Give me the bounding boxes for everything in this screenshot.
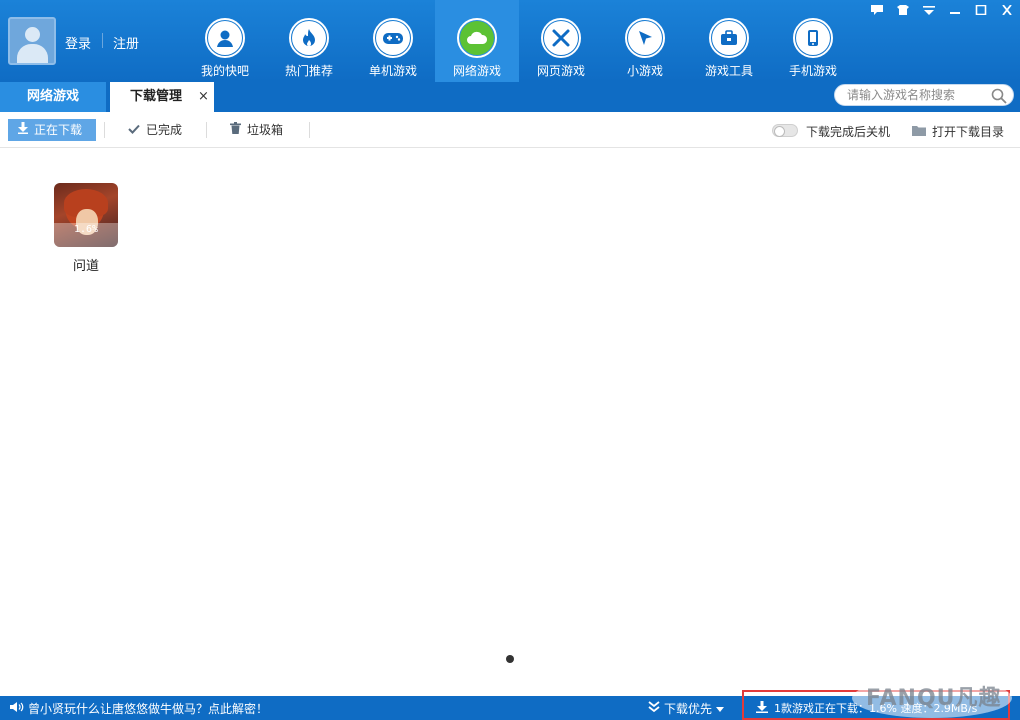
trash-icon <box>230 119 241 141</box>
download-priority-label: 下载优先 <box>664 702 713 716</box>
download-toolbar: 正在下载 已完成 垃圾箱 下载完成后关机 打开下载目录 <box>0 112 1020 148</box>
divider <box>309 122 310 138</box>
status-highlight-box <box>742 690 1010 720</box>
gamepad-icon <box>376 21 410 55</box>
progress-label: 1.6% <box>73 224 99 235</box>
swords-icon <box>544 21 578 55</box>
promo-notice-text: 曾小贤玩什么让唐悠悠做牛做马？点此解密！ <box>28 702 269 716</box>
nav-item-web-games[interactable]: 网页游戏 <box>519 0 603 82</box>
nav-item-mobile-games[interactable]: 手机游戏 <box>771 0 855 82</box>
completed-label: 已完成 <box>146 123 183 137</box>
nav-icon-ring <box>541 18 581 58</box>
nav-label: 小游戏 <box>626 64 663 78</box>
close-icon[interactable] <box>998 2 1016 18</box>
nav-label: 网页游戏 <box>536 64 585 78</box>
search-icon[interactable] <box>991 88 1007 104</box>
page-indicator-dot[interactable] <box>506 655 514 663</box>
tab-close-icon[interactable]: × <box>198 82 210 112</box>
shutdown-toggle[interactable] <box>772 124 798 137</box>
completed-button[interactable]: 已完成 <box>128 119 182 141</box>
nav-label: 手机游戏 <box>788 64 837 78</box>
open-dir-label: 打开下载目录 <box>932 125 1005 139</box>
nav-icon-ring <box>625 18 665 58</box>
nav-item-hot[interactable]: 热门推荐 <box>267 0 351 82</box>
nav-icon-ring <box>709 18 749 58</box>
flame-icon <box>292 21 326 55</box>
divider <box>102 33 103 48</box>
toolbox-icon <box>712 21 746 55</box>
nav-icon-ring <box>793 18 833 58</box>
avatar-head <box>25 27 40 42</box>
login-link[interactable]: 登录 <box>65 33 91 52</box>
register-link[interactable]: 注册 <box>113 33 139 52</box>
nav-item-online-games[interactable]: 网络游戏 <box>435 0 519 82</box>
folder-icon <box>912 125 926 139</box>
open-download-dir-button[interactable]: 打开下载目录 <box>912 123 1004 140</box>
app-header: 登录 注册 我的快吧 热门推荐 单机游戏 网络游戏 网页游戏 小游戏 游戏工具 … <box>0 0 1020 82</box>
game-name: 问道 <box>72 259 99 274</box>
main-nav: 我的快吧 热门推荐 单机游戏 网络游戏 网页游戏 小游戏 游戏工具 手机游戏 <box>183 0 855 82</box>
nav-icon-ring <box>373 18 413 58</box>
nav-label: 游戏工具 <box>704 64 753 78</box>
downloading-button[interactable]: 正在下载 <box>8 119 96 141</box>
double-chevron-down-icon <box>648 701 660 716</box>
avatar-body <box>17 44 48 63</box>
nav-icon-ring <box>289 18 329 58</box>
nav-label: 我的快吧 <box>200 64 249 78</box>
downloading-label: 正在下载 <box>34 123 83 137</box>
divider <box>206 122 207 138</box>
nav-item-my-kuaiba[interactable]: 我的快吧 <box>183 0 267 82</box>
minimize-icon[interactable] <box>946 2 964 18</box>
nav-icon-ring <box>457 18 497 58</box>
maximize-icon[interactable] <box>972 2 990 18</box>
nav-icon-ring <box>205 18 245 58</box>
menu-icon[interactable] <box>920 2 938 18</box>
cloud-icon <box>460 21 494 55</box>
check-icon <box>128 119 140 141</box>
tab-online-games[interactable]: 网络游戏 <box>0 82 106 112</box>
nav-item-mini-games[interactable]: 小游戏 <box>603 0 687 82</box>
nav-label: 热门推荐 <box>284 64 333 78</box>
user-icon <box>208 21 242 55</box>
message-icon[interactable] <box>868 2 886 18</box>
download-item[interactable]: 1.6% 问道 <box>54 183 118 274</box>
phone-icon <box>796 21 830 55</box>
search-box <box>834 84 1014 106</box>
search-input[interactable] <box>847 87 987 103</box>
cursor-icon <box>628 21 662 55</box>
download-icon <box>18 119 28 141</box>
divider <box>104 122 105 138</box>
nav-item-game-tools[interactable]: 游戏工具 <box>687 0 771 82</box>
promo-notice[interactable]: 曾小贤玩什么让唐悠悠做牛做马？点此解密！ <box>10 700 268 717</box>
skin-icon[interactable] <box>894 2 912 18</box>
window-controls <box>868 2 1016 18</box>
avatar[interactable] <box>8 17 56 65</box>
download-priority-dropdown[interactable]: 下载优先 <box>648 700 725 717</box>
shutdown-toggle-label: 下载完成后关机 <box>806 125 891 139</box>
caret-down-icon <box>716 702 725 716</box>
speaker-icon <box>10 701 24 716</box>
nav-label: 单机游戏 <box>368 64 417 78</box>
trash-button[interactable]: 垃圾箱 <box>230 119 283 141</box>
trash-label: 垃圾箱 <box>247 123 284 137</box>
nav-item-single-player[interactable]: 单机游戏 <box>351 0 435 82</box>
game-thumbnail: 1.6% <box>54 183 118 247</box>
nav-label: 网络游戏 <box>452 64 501 78</box>
